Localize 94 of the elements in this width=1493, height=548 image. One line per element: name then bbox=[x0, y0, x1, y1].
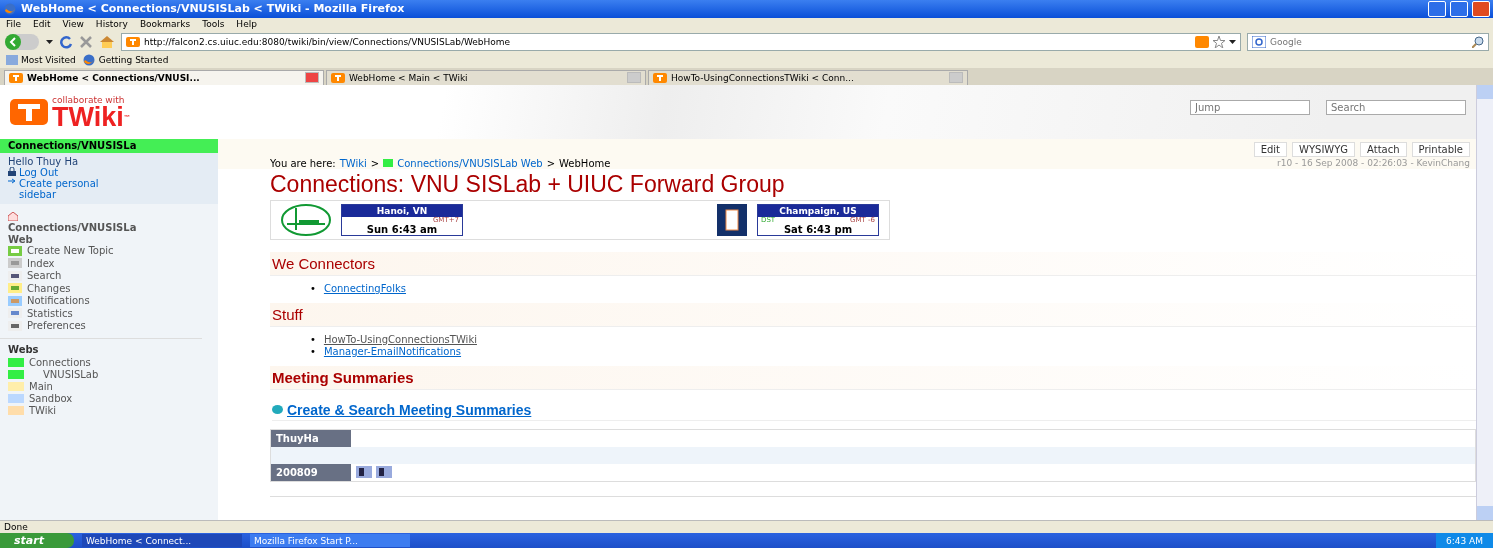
breadcrumb-label: You are here: bbox=[270, 157, 336, 169]
lab-logo-icon bbox=[281, 203, 331, 236]
action-button[interactable]: Printable bbox=[1411, 141, 1470, 157]
action-button[interactable]: Edit bbox=[1253, 141, 1288, 157]
sidebar-link[interactable]: Changes bbox=[27, 282, 71, 294]
sidebar-link[interactable]: Preferences bbox=[27, 320, 86, 332]
taskbar-button[interactable]: Mozilla Firefox Start P... bbox=[249, 534, 410, 547]
document-icon[interactable] bbox=[376, 466, 392, 479]
search-icon[interactable] bbox=[1472, 35, 1484, 48]
browser-tab[interactable]: WebHome < Main < TWiki bbox=[326, 69, 646, 85]
menu-item[interactable]: History bbox=[95, 19, 128, 30]
start-button[interactable]: start bbox=[0, 533, 74, 548]
university-logo-icon bbox=[717, 203, 747, 236]
web-link[interactable]: Sandbox bbox=[29, 392, 73, 404]
bullet-icon bbox=[272, 405, 283, 415]
favicon-icon bbox=[126, 36, 140, 47]
stop-icon[interactable] bbox=[79, 34, 93, 49]
favicon-icon bbox=[9, 72, 23, 83]
page-title: Connections: VNU SISLab + UIUC Forward Group bbox=[270, 170, 786, 198]
document-icon[interactable] bbox=[356, 466, 372, 479]
topic-link[interactable]: HowTo-UsingConnectionsTWiki bbox=[323, 333, 477, 346]
caret-icon[interactable] bbox=[46, 39, 53, 44]
menu-item[interactable]: View bbox=[62, 19, 84, 30]
reload-icon[interactable] bbox=[59, 34, 73, 49]
sidebar-link[interactable]: Create New Topic bbox=[27, 245, 114, 257]
bullet: • bbox=[310, 333, 316, 346]
webs-heading: Webs bbox=[8, 344, 40, 356]
close-button[interactable] bbox=[1472, 0, 1490, 17]
web-link[interactable]: TWiki bbox=[29, 404, 57, 416]
sidebar-link[interactable]: Index bbox=[27, 257, 55, 269]
home-icon bbox=[8, 211, 18, 221]
taskbar-button[interactable]: WebHome < Connect... bbox=[81, 534, 242, 547]
action-button[interactable]: Attach bbox=[1360, 141, 1407, 157]
globe-icon bbox=[3, 2, 17, 15]
status-text: Done bbox=[4, 522, 28, 532]
search-field[interactable]: Google bbox=[1247, 32, 1489, 51]
sidebar-link[interactable]: Search bbox=[27, 270, 62, 282]
breadcrumb-link[interactable]: TWiki bbox=[339, 157, 367, 169]
arrow-icon bbox=[8, 177, 16, 184]
revision-info: r10 - 16 Sep 2008 - 02:26:03 - KevinChang bbox=[1277, 157, 1470, 169]
table-header: ThuyHa bbox=[270, 429, 351, 447]
meeting-link[interactable]: Create & Search Meeting Summaries bbox=[287, 401, 532, 418]
address-field[interactable]: http://falcon2.cs.uiuc.edu:8080/twiki/bin/view/Connections/VNUSISLab/WebHome bbox=[121, 32, 1241, 51]
favicon-icon bbox=[653, 72, 667, 83]
back-button-icon[interactable] bbox=[4, 32, 40, 51]
jump-field[interactable]: Jump bbox=[1190, 100, 1310, 116]
web-name: Connections/VNUSISLa bbox=[8, 222, 138, 233]
menu-item[interactable]: Tools bbox=[202, 19, 225, 30]
web-name: Web bbox=[8, 234, 34, 245]
window-title: WebHome < Connections/VNUSISLab < TWiki - Mozilla Firefox bbox=[21, 2, 406, 16]
browser-tab[interactable]: HowTo-UsingConnectionsTWiki < Conn... bbox=[648, 69, 968, 85]
breadcrumb-current: WebHome bbox=[559, 157, 611, 169]
menu-item[interactable]: Edit bbox=[33, 19, 51, 30]
sidebar-link[interactable]: Create personal sidebar bbox=[19, 177, 129, 200]
topic-link[interactable]: ConnectingFolks bbox=[323, 282, 406, 295]
logo-tagline: collaborate with bbox=[52, 94, 126, 105]
breadcrumb-separator: > bbox=[370, 157, 380, 169]
section-heading: Stuff bbox=[270, 302, 1476, 327]
sidebar-link[interactable]: Statistics bbox=[27, 307, 73, 319]
minimize-button[interactable] bbox=[1428, 0, 1446, 17]
restore-button[interactable] bbox=[1450, 0, 1468, 17]
breadcrumb-link[interactable]: Connections/VNUSISLab Web bbox=[397, 157, 543, 169]
section-heading: Meeting Summaries bbox=[270, 365, 1476, 390]
web-link[interactable]: VNUSISLab bbox=[29, 368, 99, 380]
bullet: • bbox=[310, 282, 316, 295]
section-heading: We Connectors bbox=[270, 251, 1476, 276]
sidebar-link[interactable]: Notifications bbox=[27, 295, 90, 307]
favicon-icon bbox=[331, 72, 345, 83]
menu-item[interactable]: Bookmarks bbox=[139, 19, 191, 30]
lock-icon bbox=[8, 166, 16, 176]
web-link[interactable]: Main bbox=[29, 380, 53, 392]
star-icon[interactable] bbox=[1213, 35, 1225, 48]
bookmark-folder-icon bbox=[6, 55, 18, 66]
search-field[interactable]: Search bbox=[1326, 100, 1466, 116]
tray-clock: 6:43 AM bbox=[1446, 535, 1483, 546]
search-engine-icon bbox=[1252, 35, 1266, 48]
bookmark-link[interactable]: Most Visited bbox=[21, 55, 76, 66]
bullet: • bbox=[310, 345, 316, 358]
globe-icon bbox=[81, 54, 96, 67]
menu-item[interactable]: Help bbox=[236, 19, 257, 30]
home-icon[interactable] bbox=[99, 34, 115, 49]
breadcrumb-separator: > bbox=[546, 157, 556, 169]
web-link[interactable]: Connections bbox=[29, 356, 91, 368]
menu-item[interactable]: File bbox=[6, 19, 22, 30]
greeting-text: Hello Thuy Ha bbox=[8, 155, 80, 167]
twiki-logo-icon bbox=[10, 98, 48, 125]
web-swatch-icon bbox=[383, 159, 394, 168]
browser-tab[interactable]: WebHome < Connections/VNUSI... bbox=[4, 69, 324, 85]
sidebar-link[interactable]: Log Out bbox=[19, 166, 129, 178]
rss-icon[interactable] bbox=[1195, 35, 1209, 48]
caret-icon[interactable] bbox=[1229, 39, 1236, 44]
topic-link[interactable]: Manager-EmailNotifications bbox=[323, 345, 462, 358]
bookmark-link[interactable]: Getting Started bbox=[98, 55, 169, 66]
action-button[interactable]: WYSIWYG bbox=[1292, 141, 1356, 157]
